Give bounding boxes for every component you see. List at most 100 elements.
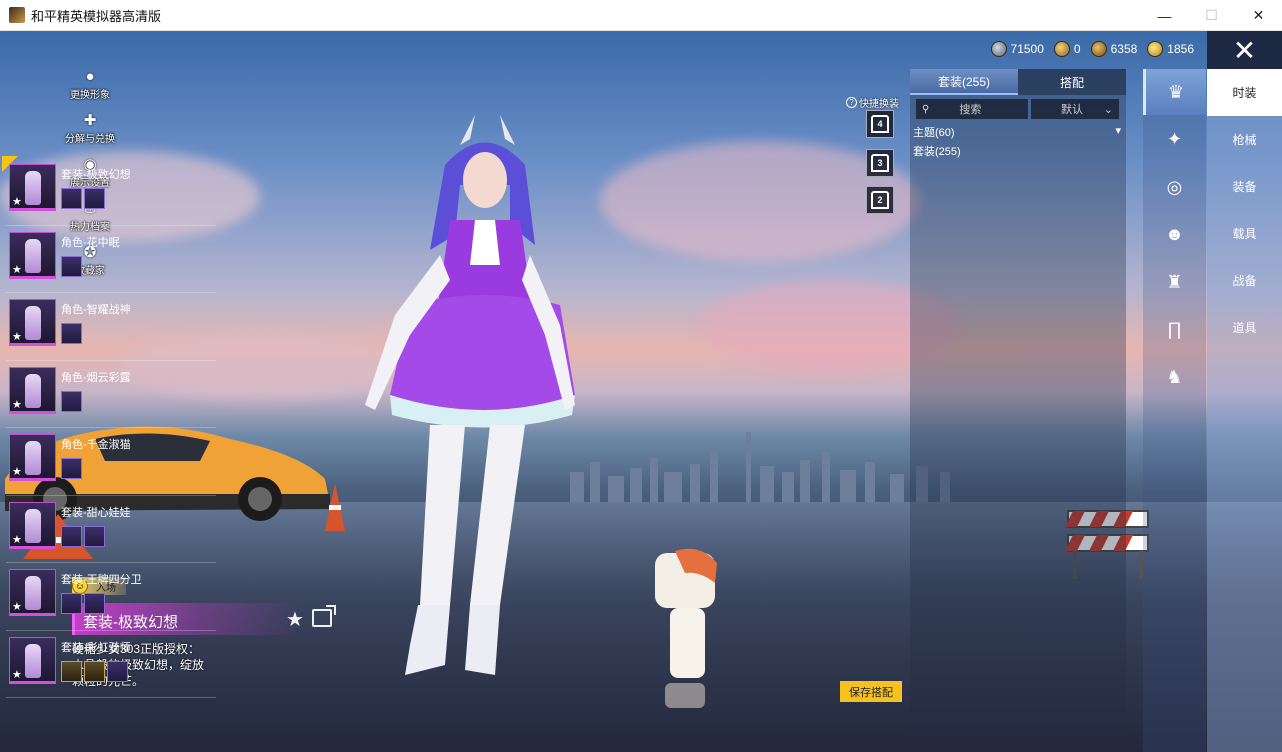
outfit-list-panel: 套装(255) 搭配 ⚲ 搜索 默认 ⌄ 主题(60) ▾ 套装(255) bbox=[910, 69, 1126, 733]
outfit-list-item[interactable]: ★ 套装-甜心娃娃 bbox=[6, 496, 216, 563]
currency-badge: 0 bbox=[1053, 41, 1081, 57]
app-icon bbox=[9, 7, 25, 23]
shoes-icon[interactable]: ♞ bbox=[1143, 354, 1206, 400]
outfit-list-item[interactable]: ★ 角色-花中眠 bbox=[6, 226, 216, 293]
nav-item[interactable]: 道具 bbox=[1207, 304, 1282, 351]
outfit-figure bbox=[25, 373, 41, 408]
minimize-button[interactable]: — bbox=[1141, 0, 1188, 31]
outfit-name: 角色-烟云彩露 bbox=[61, 371, 131, 384]
outfit-name: 套装-彩虹骑师 bbox=[61, 641, 131, 654]
part-thumbnail[interactable] bbox=[107, 660, 128, 682]
glasses-icon[interactable]: ◎ bbox=[1143, 164, 1206, 210]
maximize-button[interactable]: ☐ bbox=[1188, 0, 1235, 31]
outfit-list-item[interactable]: ★ 套装-王牌四分卫 bbox=[6, 563, 216, 631]
outfit-list-item[interactable]: ★ 角色-千金淑猫 bbox=[6, 428, 216, 496]
currency-bar: 71500 0 6358 1856 bbox=[990, 41, 1194, 57]
star-icon: ★ bbox=[12, 466, 22, 478]
currency-value: 0 bbox=[1073, 42, 1081, 56]
menu-label: 更换形象 bbox=[70, 90, 110, 101]
gun-skin-icon[interactable]: ✦ bbox=[1143, 117, 1206, 163]
star-icon: ★ bbox=[12, 668, 22, 681]
part-list bbox=[61, 593, 105, 614]
close-icon[interactable]: ✕ bbox=[1207, 31, 1282, 69]
outfit-list: ★ 套装-极致幻想 ★ 角色-花中眠 ★ 角色-智耀战神 ★ 角色-烟云彩露 ★… bbox=[2, 156, 216, 698]
outfit-thumbnail: ★ bbox=[9, 569, 56, 616]
nav-item[interactable]: 枪械 bbox=[1207, 116, 1282, 163]
part-list bbox=[61, 458, 82, 479]
quick-change-label[interactable]: ? 快捷换装 bbox=[846, 95, 899, 110]
theme-label: 主题(60) bbox=[913, 127, 955, 139]
part-thumbnail[interactable] bbox=[61, 660, 82, 682]
tab-suits[interactable]: 套装(255) bbox=[910, 69, 1018, 95]
help-icon: ? bbox=[846, 97, 857, 108]
gold-coin-icon bbox=[1147, 41, 1164, 57]
outfit-list-item[interactable]: ★ 角色-烟云彩露 bbox=[6, 361, 216, 428]
change-appearance-button[interactable]: ● 更换形象 bbox=[62, 67, 118, 102]
outfit-thumbnail: ★ bbox=[9, 636, 56, 684]
part-thumbnail[interactable] bbox=[84, 593, 105, 614]
outfit-list-item[interactable]: ★ 套装-极致幻想 bbox=[2, 156, 216, 226]
outfit-thumbnail: ★ bbox=[9, 366, 56, 414]
outfit-figure bbox=[25, 643, 41, 678]
shirt-icon: 3 bbox=[871, 154, 889, 172]
outfit-figure bbox=[25, 576, 41, 610]
outfit-name: 套装-甜心娃娃 bbox=[61, 506, 131, 519]
main-nav: 时装 枪械 装备 载具 战备 道具 bbox=[1207, 69, 1282, 752]
share-icon[interactable] bbox=[312, 609, 332, 627]
part-thumbnail[interactable] bbox=[84, 188, 105, 209]
currency-value: 1856 bbox=[1167, 42, 1194, 56]
outfit-list-item[interactable]: ★ 套装-彩虹骑师 bbox=[6, 631, 216, 698]
outfit-thumbnail: ★ bbox=[9, 501, 56, 549]
tab-combos[interactable]: 搭配 bbox=[1018, 69, 1126, 95]
currency-gold: 1856 bbox=[1147, 41, 1194, 57]
nav-item[interactable]: 战备 bbox=[1207, 257, 1282, 304]
outfit-thumbnail: ★ bbox=[9, 231, 56, 279]
part-thumbnail[interactable] bbox=[61, 525, 82, 547]
outfit-figure bbox=[25, 306, 41, 340]
top-icon[interactable]: ♜ bbox=[1143, 259, 1206, 305]
search-icon: ⚲ bbox=[922, 103, 930, 115]
part-thumbnail[interactable] bbox=[84, 660, 105, 682]
quick-slot-2[interactable]: 2 bbox=[866, 186, 894, 214]
window-close-button[interactable]: ✕ bbox=[1235, 0, 1282, 31]
suit-count-label: 套装(255) bbox=[913, 146, 961, 158]
window-titlebar: 和平精英模拟器高清版 — ☐ ✕ bbox=[0, 0, 1282, 31]
quick-slot-4[interactable]: 4 bbox=[866, 110, 894, 138]
save-outfit-button[interactable]: 保存搭配 bbox=[840, 681, 902, 702]
outfit-name: 套装-极致幻想 bbox=[61, 169, 131, 181]
game-viewport: 71500 0 6358 1856 ✕ ● 更换形象 ✚ 分解与兑换 ◉ 展示设… bbox=[0, 31, 1282, 752]
outfit-figure bbox=[25, 508, 41, 543]
part-thumbnail[interactable] bbox=[61, 323, 82, 344]
decompose-exchange-button[interactable]: ✚ 分解与兑换 bbox=[62, 111, 118, 145]
sort-value: 默认 bbox=[1061, 104, 1083, 116]
part-list bbox=[61, 188, 105, 209]
menu-label: 分解与兑换 bbox=[65, 134, 115, 145]
outfit-figure bbox=[25, 238, 41, 273]
sort-dropdown[interactable]: 默认 ⌄ bbox=[1031, 99, 1119, 119]
quick-change-text: 快捷换装 bbox=[859, 99, 899, 110]
nav-item[interactable]: 装备 bbox=[1207, 163, 1282, 210]
mask-icon[interactable]: ☻ bbox=[1143, 212, 1206, 258]
person-icon: ● bbox=[85, 67, 95, 85]
part-thumbnail[interactable] bbox=[61, 188, 82, 209]
outfit-name: 角色-智耀战神 bbox=[61, 304, 131, 316]
nav-item[interactable]: 时装 bbox=[1207, 69, 1282, 116]
part-thumbnail[interactable] bbox=[84, 525, 105, 547]
theme-filter[interactable]: 主题(60) ▾ bbox=[913, 124, 1121, 140]
pants-icon[interactable]: ∏ bbox=[1143, 307, 1206, 353]
outfit-name: 角色-千金淑猫 bbox=[61, 439, 131, 451]
part-thumbnail[interactable] bbox=[61, 255, 82, 277]
outfit-icon[interactable]: ♛ bbox=[1143, 69, 1206, 115]
shirt-icon: 4 bbox=[871, 115, 889, 133]
quick-slot-3[interactable]: 3 bbox=[866, 149, 894, 177]
badge-coin-icon bbox=[1053, 41, 1070, 57]
outfit-name: 套装-王牌四分卫 bbox=[61, 574, 142, 586]
search-input[interactable]: ⚲ 搜索 bbox=[916, 99, 1028, 119]
outfit-list-item[interactable]: ★ 角色-智耀战神 bbox=[6, 293, 216, 361]
part-thumbnail[interactable] bbox=[61, 593, 82, 614]
character-model bbox=[365, 115, 575, 675]
part-thumbnail[interactable] bbox=[61, 458, 82, 479]
favorite-star-icon[interactable]: ★ bbox=[286, 607, 304, 632]
nav-item[interactable]: 载具 bbox=[1207, 210, 1282, 257]
part-thumbnail[interactable] bbox=[61, 390, 82, 412]
